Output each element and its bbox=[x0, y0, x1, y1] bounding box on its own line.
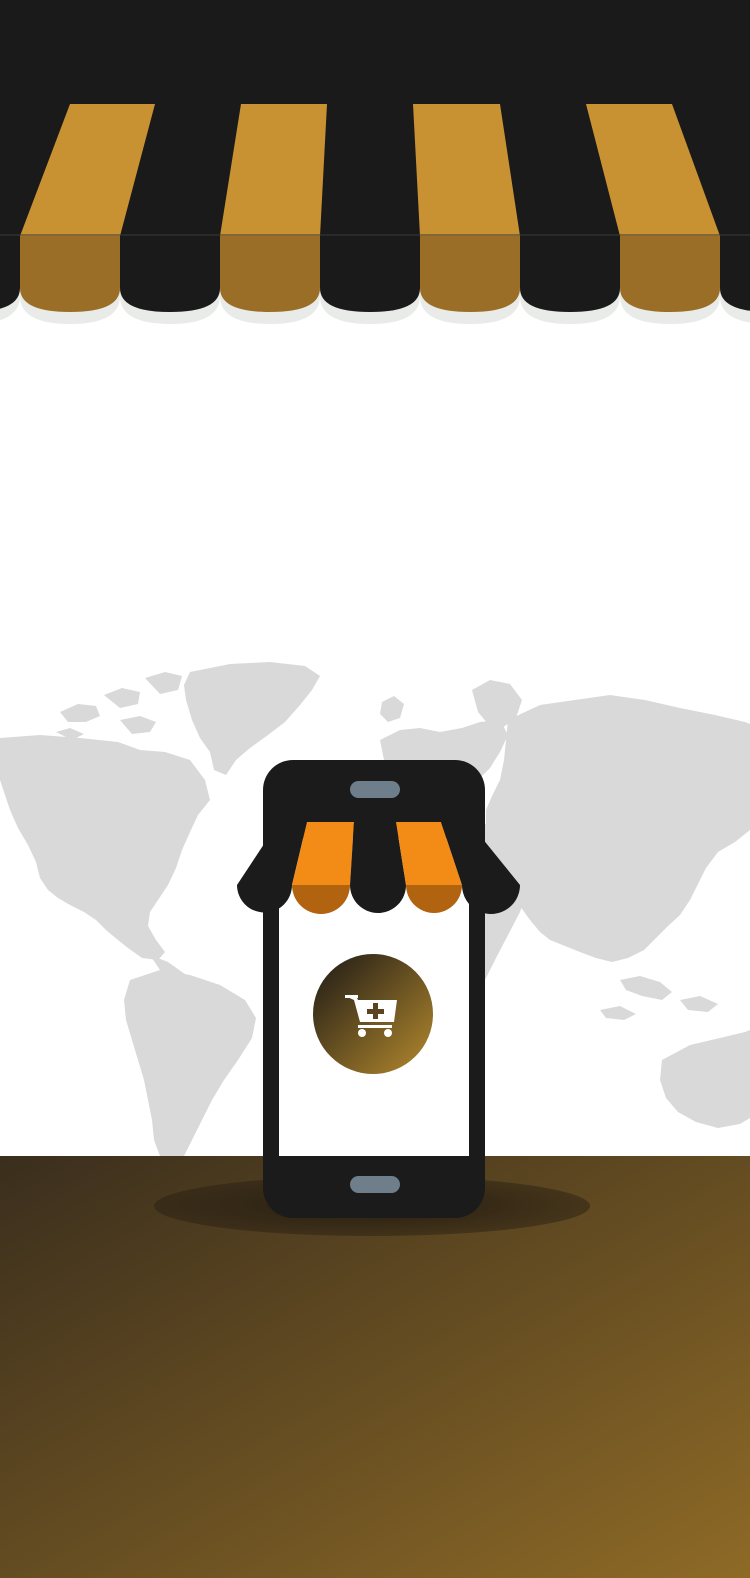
southeast-asia-islands bbox=[600, 976, 718, 1020]
awning-scallop-gold bbox=[620, 236, 720, 312]
north-america bbox=[0, 735, 210, 960]
storefront-awning bbox=[0, 0, 750, 324]
phone-home-button bbox=[350, 1176, 400, 1193]
cart-badge bbox=[313, 954, 433, 1074]
phone-speaker bbox=[350, 781, 400, 798]
awning-scallops bbox=[0, 236, 750, 312]
awning-scallop-dark bbox=[520, 236, 620, 312]
awning-scallop-gold bbox=[220, 236, 320, 312]
awning-scallop-gold bbox=[420, 236, 520, 312]
greenland bbox=[184, 662, 320, 775]
south-america bbox=[124, 970, 256, 1156]
british-isles bbox=[380, 696, 404, 722]
splash-screen bbox=[0, 0, 750, 1578]
splash-illustration bbox=[0, 0, 750, 1578]
awning-scallop-dark bbox=[120, 236, 220, 312]
awning-scallop-gold bbox=[20, 236, 120, 312]
awning-scallop-dark bbox=[320, 236, 420, 312]
arctic-islands bbox=[56, 672, 182, 740]
australia bbox=[660, 1030, 750, 1128]
phone-store bbox=[237, 760, 520, 1218]
